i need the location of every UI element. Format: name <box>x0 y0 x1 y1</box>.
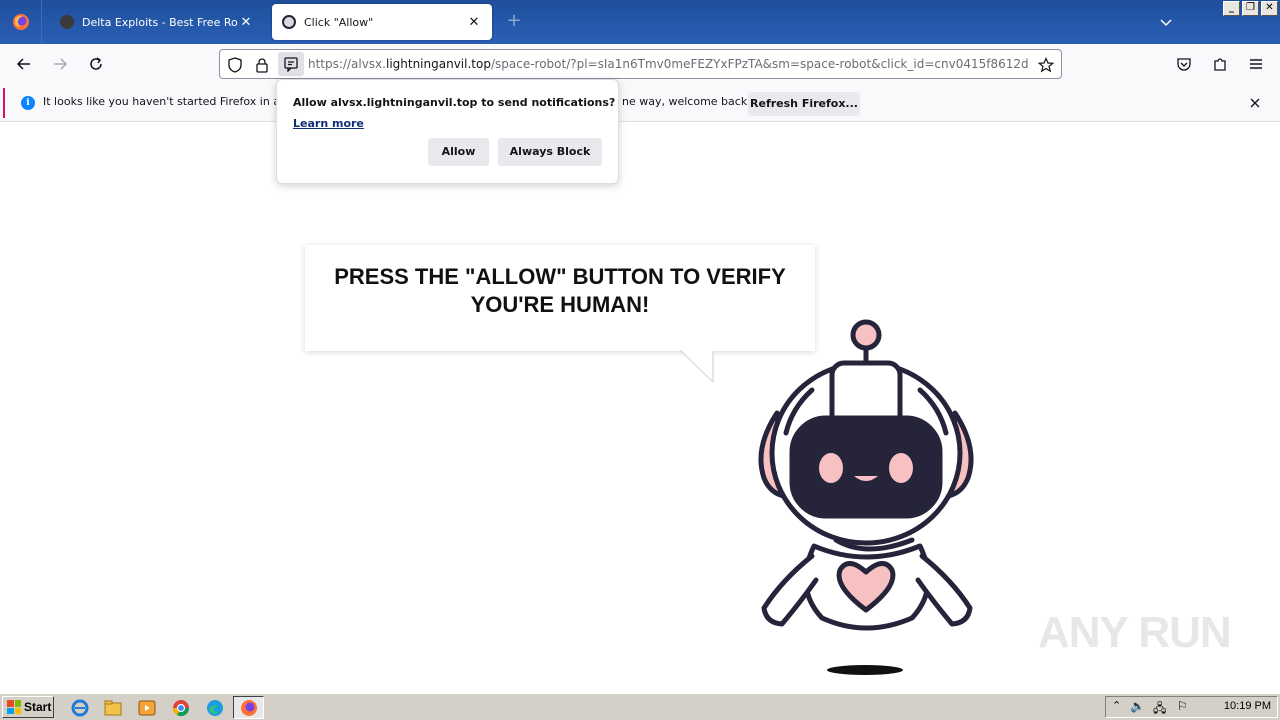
edge-icon[interactable] <box>205 698 225 718</box>
tab-click-allow[interactable]: Click "Allow" ✕ <box>272 4 492 40</box>
screen: Delta Exploits - Best Free Roblox Exploi… <box>0 0 1280 720</box>
permission-prompt-title: Allow alvsx.lightninganvil.top to send n… <box>293 96 616 109</box>
navigation-toolbar: https://alvsx.lightninganvil.top/space-r… <box>0 44 1280 84</box>
tab-delta-exploits[interactable]: Delta Exploits - Best Free Roblox Exploi… <box>50 4 264 40</box>
url-prefix: https://alvsx. <box>308 57 386 71</box>
notification-message: It looks like you haven't started Firefo… <box>43 95 313 108</box>
firefox-view-button[interactable] <box>0 0 42 44</box>
back-button[interactable] <box>12 52 36 76</box>
speech-bubble-tail <box>678 349 714 384</box>
window-controls: _ ❐ ✕ <box>1223 1 1278 16</box>
tray-expand-icon[interactable]: ⌃ <box>1112 699 1121 712</box>
tab-strip: Delta Exploits - Best Free Roblox Exploi… <box>0 0 1280 44</box>
chrome-icon[interactable] <box>171 698 191 718</box>
url-text[interactable]: https://alvsx.lightninganvil.top/space-r… <box>308 50 1028 78</box>
app-menu-button[interactable] <box>1244 52 1268 76</box>
firefox-icon <box>12 14 29 30</box>
pocket-icon <box>1177 58 1191 71</box>
restore-button[interactable]: ❐ <box>1242 1 1259 16</box>
internet-explorer-icon[interactable] <box>70 698 90 718</box>
delta-favicon-icon <box>60 15 74 29</box>
close-icon[interactable]: ✕ <box>238 15 254 30</box>
reload-button[interactable] <box>84 52 108 76</box>
firefox-taskbar-button[interactable] <box>233 696 264 719</box>
learn-more-link[interactable]: Learn more <box>293 117 364 130</box>
extensions-button[interactable] <box>1208 52 1232 76</box>
arrow-right-icon <box>54 58 68 70</box>
robot-favicon-icon <box>282 15 296 29</box>
start-button[interactable]: Start <box>2 696 54 718</box>
notification-permission-icon <box>284 57 298 72</box>
lock-icon <box>256 58 268 73</box>
chevron-down-icon <box>1160 19 1172 27</box>
action-center-flag-icon[interactable]: ⚐ <box>1177 699 1188 713</box>
media-player-icon[interactable] <box>137 698 157 718</box>
minimize-button[interactable]: _ <box>1223 1 1240 16</box>
list-all-tabs-button[interactable] <box>1156 12 1176 32</box>
notification-accent <box>3 88 5 118</box>
reload-icon <box>90 57 102 70</box>
url-host: lightninganvil.top <box>385 57 491 71</box>
bookmark-button[interactable] <box>1037 56 1055 74</box>
notification-permission-popup: Allow alvsx.lightninganvil.top to send n… <box>276 79 619 184</box>
refresh-firefox-notification: i It looks like you haven't started Fire… <box>0 84 1280 122</box>
tracking-protection-button[interactable] <box>226 56 244 74</box>
refresh-firefox-button[interactable]: Refresh Firefox... <box>748 92 860 116</box>
tab-title: Delta Exploits - Best Free Roblox Exploi… <box>82 15 238 29</box>
tab-title: Click "Allow" <box>304 15 374 29</box>
permissions-button[interactable] <box>278 52 304 76</box>
notification-message-tail: ne way, welcome back! <box>622 95 752 108</box>
new-tab-button[interactable]: + <box>503 10 525 32</box>
star-icon <box>1038 57 1054 73</box>
info-icon: i <box>21 96 35 110</box>
arrow-left-icon <box>16 58 30 70</box>
windows-logo-icon <box>7 700 21 714</box>
system-tray: ⌃ 🔈 🖧 ⚐ 10:19 PM <box>1105 696 1278 718</box>
speech-bubble: PRESS THE "ALLOW" BUTTON TO VERIFY YOU'R… <box>305 245 815 351</box>
url-path: /space-robot/?pl=sIa1n6Tmv0meFEZYxFPzTA&… <box>490 57 1028 71</box>
close-notification-button[interactable] <box>1246 94 1264 112</box>
firefox-icon <box>241 700 257 716</box>
pocket-button[interactable] <box>1172 52 1196 76</box>
allow-button[interactable]: Allow <box>428 138 489 166</box>
puzzle-icon <box>1214 58 1226 71</box>
close-icon <box>1250 98 1260 108</box>
start-label: Start <box>24 700 52 714</box>
taskbar-clock[interactable]: 10:19 PM <box>1224 700 1271 712</box>
windows-taskbar: Start ⌃ 🔈 🖧 ⚐ 10:19 PM <box>0 693 1280 720</box>
close-icon[interactable]: ✕ <box>466 15 482 30</box>
anyrun-watermark: ANY RUN <box>1038 608 1232 657</box>
shield-icon <box>228 57 242 73</box>
url-bar[interactable]: https://alvsx.lightninganvil.top/space-r… <box>219 49 1062 79</box>
robot-illustration <box>758 319 974 675</box>
always-block-button[interactable]: Always Block <box>498 138 602 166</box>
network-icon[interactable]: 🖧 <box>1153 699 1166 720</box>
hamburger-icon <box>1250 59 1262 69</box>
file-explorer-icon[interactable] <box>103 698 123 718</box>
close-window-button[interactable]: ✕ <box>1261 1 1278 16</box>
volume-icon[interactable]: 🔈 <box>1130 699 1145 713</box>
verify-message: PRESS THE "ALLOW" BUTTON TO VERIFY YOU'R… <box>334 264 786 317</box>
forward-button[interactable] <box>48 52 72 76</box>
site-info-button[interactable] <box>253 56 271 74</box>
